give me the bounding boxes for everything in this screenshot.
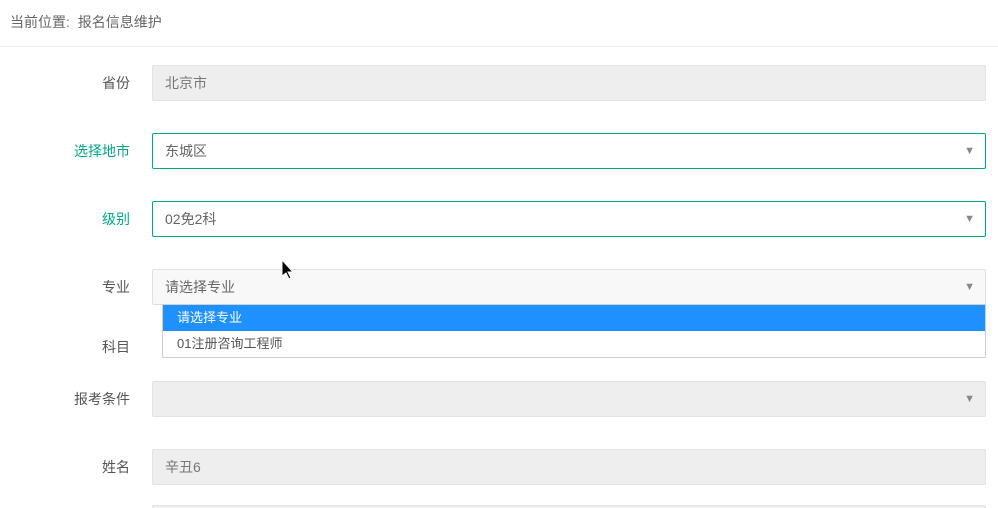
- major-dropdown: 请选择专业 01注册咨询工程师: [162, 304, 986, 358]
- chevron-down-icon: ▼: [964, 382, 975, 416]
- city-select-value: 东城区: [165, 143, 207, 159]
- label-province: 省份: [12, 73, 152, 93]
- major-select-value: 请选择专业: [165, 279, 235, 295]
- chevron-down-icon: ▼: [964, 270, 975, 304]
- label-subject: 科目: [12, 337, 152, 357]
- row-name: 姓名 辛丑6: [0, 449, 998, 485]
- level-select-value: 02免2科: [165, 211, 216, 227]
- chevron-down-icon: ▼: [964, 134, 975, 168]
- major-option-01[interactable]: 01注册咨询工程师: [163, 331, 985, 357]
- label-condition: 报考条件: [12, 389, 152, 409]
- breadcrumb-label: 当前位置:: [10, 14, 70, 30]
- city-select[interactable]: 东城区 ▼: [152, 133, 986, 169]
- label-level: 级别: [12, 209, 152, 229]
- form-area: 省份 北京市 选择地市 东城区 ▼ 级别 02免2科 ▼ 专业 请选择专业 ▼: [0, 47, 998, 508]
- condition-select[interactable]: ▼: [152, 381, 986, 417]
- label-major: 专业: [12, 277, 152, 297]
- name-field: 辛丑6: [152, 449, 986, 485]
- row-city: 选择地市 东城区 ▼: [0, 133, 998, 169]
- province-field: 北京市: [152, 65, 986, 101]
- major-option-placeholder[interactable]: 请选择专业: [163, 305, 985, 331]
- row-major: 专业 请选择专业 ▼ 请选择专业 01注册咨询工程师: [0, 269, 998, 305]
- level-select[interactable]: 02免2科 ▼: [152, 201, 986, 237]
- row-level: 级别 02免2科 ▼: [0, 201, 998, 237]
- label-name: 姓名: [12, 457, 152, 477]
- breadcrumb-page: 报名信息维护: [78, 14, 162, 30]
- row-condition: 报考条件 ▼: [0, 381, 998, 417]
- chevron-down-icon: ▼: [964, 202, 975, 236]
- row-province: 省份 北京市: [0, 65, 998, 101]
- major-select[interactable]: 请选择专业 ▼: [152, 269, 986, 305]
- breadcrumb: 当前位置: 报名信息维护: [0, 0, 998, 47]
- label-city: 选择地市: [12, 141, 152, 161]
